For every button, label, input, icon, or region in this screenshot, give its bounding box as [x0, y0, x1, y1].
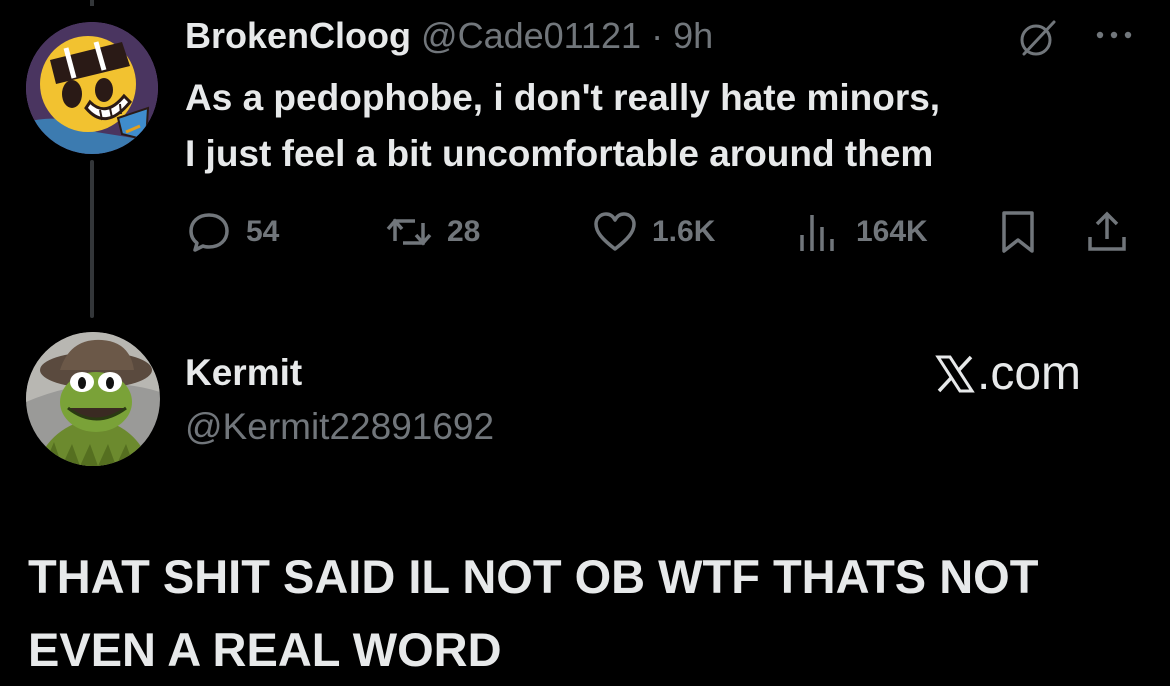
more-options-icon[interactable]: [1090, 20, 1138, 50]
grok-slash-icon[interactable]: [1018, 18, 1058, 58]
bookmark-button[interactable]: [998, 204, 1038, 260]
views-button[interactable]: 164K: [796, 204, 928, 260]
reply-button[interactable]: 54: [186, 204, 279, 260]
tweet-text-line-2: I just feel a bit uncomfortable around t…: [185, 133, 934, 174]
reply-display-name[interactable]: Kermit: [185, 350, 302, 396]
tweet-action-bar: 54 28 1.6K 164K: [0, 204, 1170, 260]
user-handle[interactable]: @Cade01121: [421, 15, 641, 56]
heart-icon: [594, 212, 636, 251]
analytics-bars-icon: [800, 215, 834, 251]
like-button[interactable]: 1.6K: [592, 204, 715, 260]
retweet-icon: [386, 218, 432, 246]
x-com-watermark: .com: [935, 346, 1081, 402]
caption-text: THAT SHIT SAID IL NOT OB WTF THATS NOT E…: [28, 540, 1148, 686]
separator-dot: ·: [651, 15, 664, 56]
views-count: 164K: [856, 215, 928, 248]
like-count: 1.6K: [652, 215, 716, 248]
display-name[interactable]: BrokenCloog: [185, 15, 411, 56]
tweet-header: BrokenCloog @Cade01121 · 9h: [185, 14, 713, 58]
reply-user-handle[interactable]: @Kermit22891692: [185, 404, 494, 450]
caption-line-1: THAT SHIT SAID IL NOT OB WTF THATS NOT: [28, 550, 1039, 603]
x-com-label: .com: [977, 347, 1082, 400]
thread-connector-top: [90, 0, 94, 6]
speech-bubble-icon: [189, 213, 229, 252]
bookmark-icon: [1002, 211, 1034, 253]
reply-count: 54: [246, 215, 280, 248]
retweet-count: 28: [447, 215, 481, 248]
retweet-button[interactable]: 28: [385, 204, 480, 260]
tweet-text-line-1: As a pedophobe, i don't really hate mino…: [185, 77, 941, 118]
avatar-kermit[interactable]: [26, 332, 160, 466]
share-icon: [1088, 211, 1126, 251]
caption-line-2: EVEN A REAL WORD: [28, 623, 502, 676]
x-logo-icon: [935, 355, 975, 393]
share-button[interactable]: [1084, 204, 1130, 260]
tweet-text: As a pedophobe, i don't really hate mino…: [185, 70, 1145, 182]
avatar-brokencloog[interactable]: [26, 22, 158, 154]
timestamp[interactable]: 9h: [673, 15, 713, 56]
